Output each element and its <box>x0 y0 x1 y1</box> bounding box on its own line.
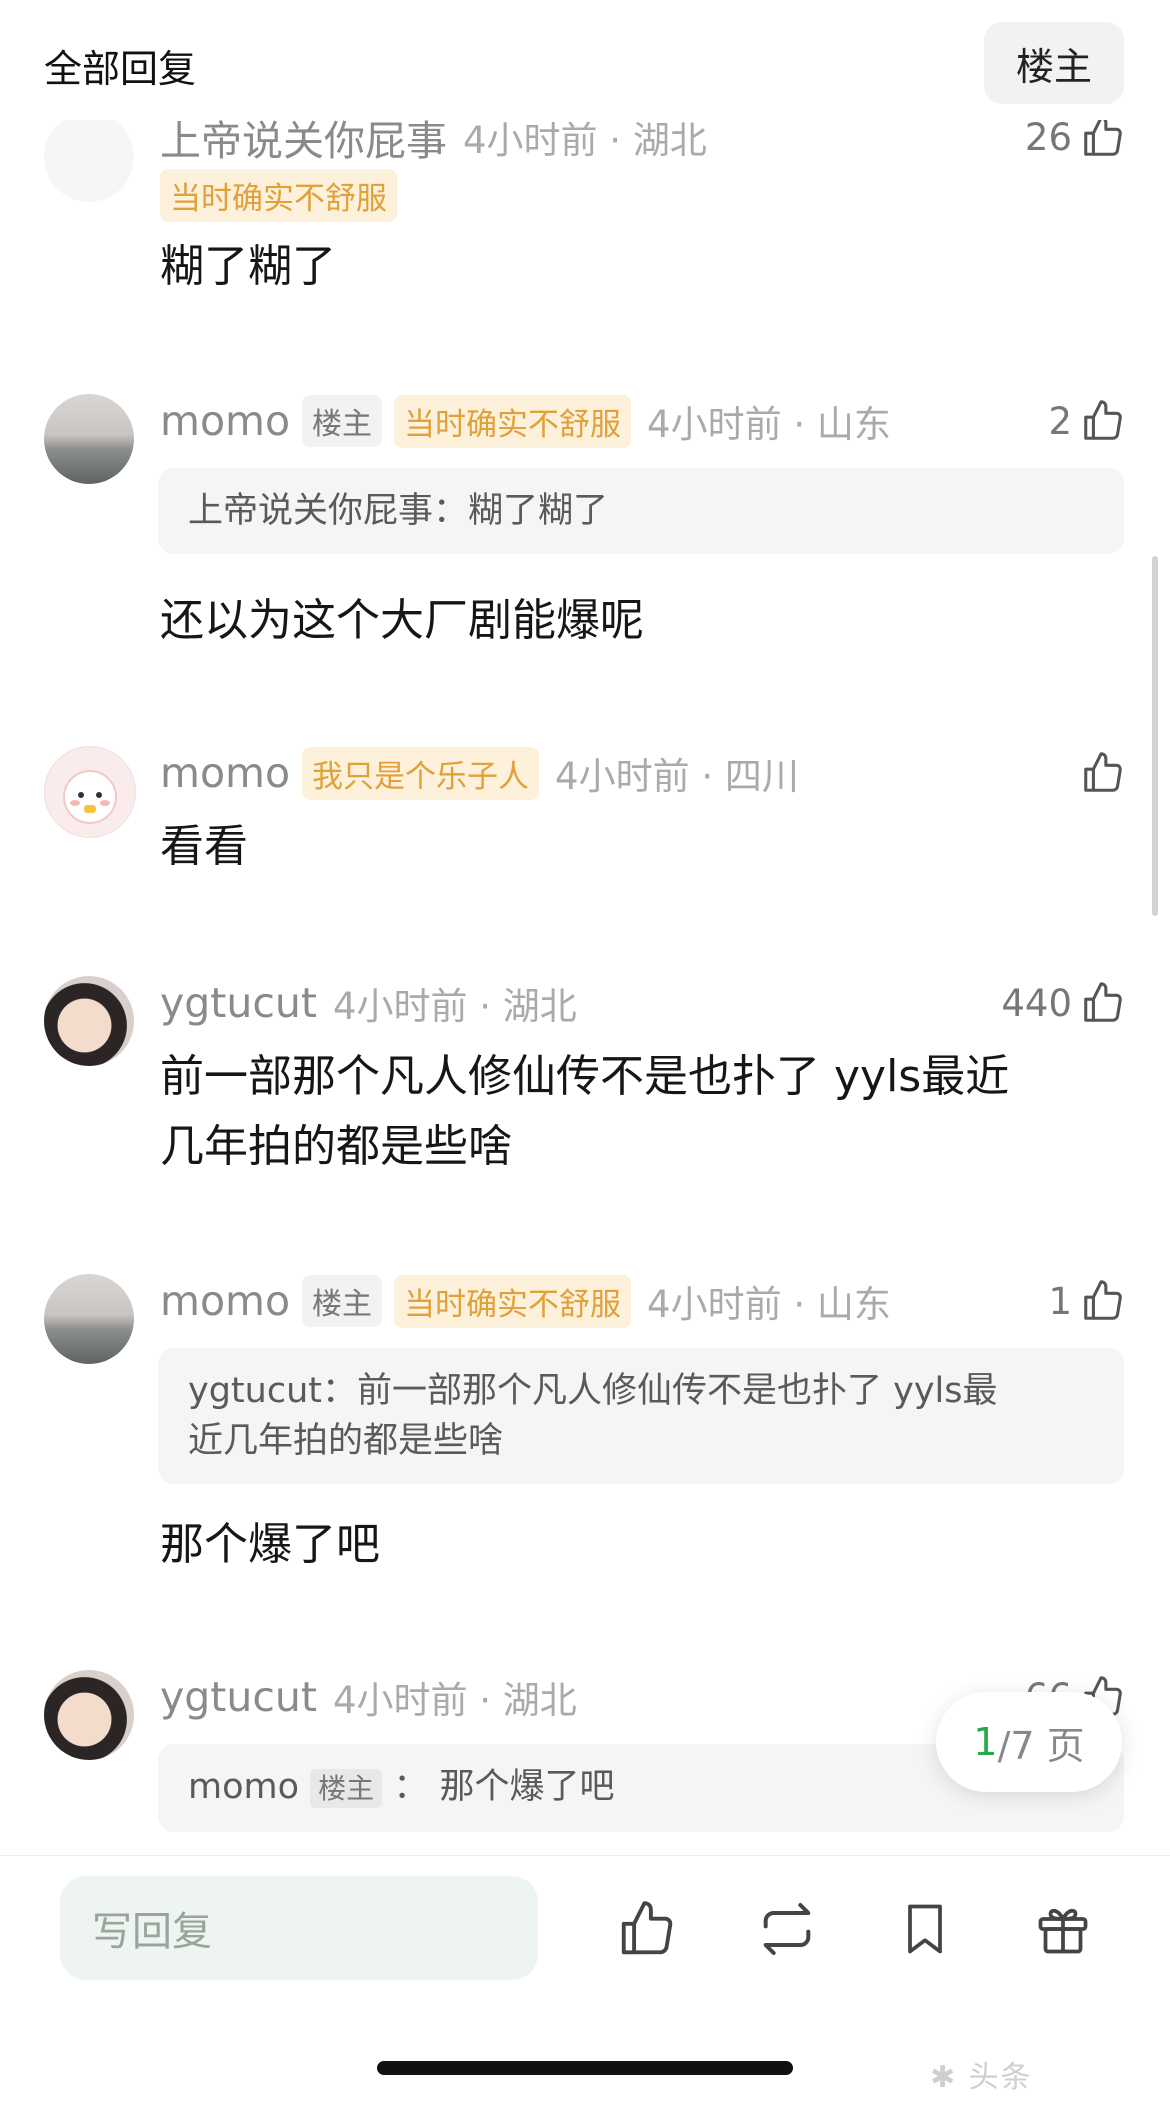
quoted-text: 近几年拍的都是些啥 <box>188 1421 504 1461</box>
thumbs-up-icon <box>1084 116 1122 156</box>
op-only-button[interactable]: 楼主 <box>984 22 1124 104</box>
current-page: 1 <box>973 1720 998 1764</box>
quote-separator: ： <box>393 1767 429 1807</box>
like-count: 26 <box>1024 115 1072 159</box>
comment-meta: ygtucut 4小时前 · 湖北 <box>160 1672 577 1722</box>
avatar[interactable] <box>44 746 136 838</box>
thumbs-up-icon <box>1084 400 1122 440</box>
total-pages: /7 页 <box>997 1723 1085 1768</box>
time-location: 4小时前 · 四川 <box>555 755 799 798</box>
repost-button[interactable] <box>752 1894 822 1964</box>
comment-text: 前一部那个凡人修仙传不是也扑了 yyls最近 几年拍的都是些啥 <box>160 1042 1100 1182</box>
avatar[interactable] <box>44 394 134 484</box>
bookmark-button[interactable] <box>890 1894 960 1964</box>
op-badge: 楼主 <box>302 1275 383 1327</box>
avatar[interactable] <box>44 112 134 202</box>
gift-button[interactable] <box>1028 1894 1098 1964</box>
thumbs-up-icon <box>1084 1280 1122 1320</box>
comment-meta: ygtucut 4小时前 · 湖北 <box>160 978 577 1028</box>
gift-icon <box>1038 1908 1088 1954</box>
user-tag: 当时确实不舒服 <box>394 1274 632 1328</box>
like-button[interactable]: 1 <box>1048 1276 1126 1326</box>
like-post-button[interactable] <box>612 1894 682 1964</box>
time-location: 4小时前 · 湖北 <box>332 985 577 1028</box>
username[interactable]: momo <box>160 749 290 797</box>
quoted-text: 那个爆了吧 <box>439 1767 615 1807</box>
avatar[interactable] <box>44 1274 134 1364</box>
comment-meta: momo 楼主 当时确实不舒服 4小时前 · 山东 <box>160 394 891 448</box>
bookmark-icon <box>908 1904 942 1954</box>
user-tag: 当时确实不舒服 <box>394 394 632 448</box>
time-location: 4小时前 · 山东 <box>647 403 891 446</box>
comment-meta: momo 我只是个乐子人 4小时前 · 四川 <box>160 746 799 800</box>
quote-separator: ： <box>321 1371 357 1411</box>
quoted-text: 前一部那个凡人修仙传不是也扑了 yyls最 <box>357 1371 998 1411</box>
like-button[interactable]: 2 <box>1048 396 1126 446</box>
scrollbar[interactable] <box>1152 556 1158 916</box>
comment-meta: momo 楼主 当时确实不舒服 4小时前 · 山东 <box>160 1274 891 1328</box>
username[interactable]: ygtucut <box>160 979 317 1027</box>
repost-icon <box>763 1903 811 1955</box>
thumbs-up-icon <box>621 1901 673 1955</box>
op-badge: 楼主 <box>302 395 383 447</box>
watermark: ✱ 头条 <box>930 2060 1033 2095</box>
home-indicator[interactable] <box>377 2061 793 2075</box>
username[interactable]: momo <box>160 397 290 445</box>
thumbs-up-icon <box>1084 982 1122 1022</box>
like-button[interactable] <box>1080 748 1126 798</box>
quoted-username: ygtucut <box>188 1371 322 1411</box>
page-title: 全部回复 <box>44 47 197 91</box>
quote-separator: ： <box>433 491 469 531</box>
username[interactable]: ygtucut <box>160 1673 317 1721</box>
comment-list[interactable]: 上帝说关你屁事 4小时前 · 湖北 当时确实不舒服 26 糊了糊了 momo 楼… <box>0 0 1170 1855</box>
like-count: 440 <box>1001 981 1072 1025</box>
quoted-reply[interactable]: ygtucut：前一部那个凡人修仙传不是也扑了 yyls最 近几年拍的都是些啥 <box>158 1348 1124 1484</box>
avatar[interactable] <box>44 1670 134 1760</box>
comment-text: 看看 <box>160 821 248 872</box>
header: 全部回复 楼主 <box>0 0 1170 120</box>
like-button[interactable]: 440 <box>1001 978 1126 1028</box>
comment-text: 那个爆了吧 <box>160 1519 380 1570</box>
quoted-reply[interactable]: 上帝说关你屁事：糊了糊了 <box>158 468 1124 554</box>
reply-input[interactable]: 写回复 <box>60 1876 538 1980</box>
thumbs-up-icon <box>1084 752 1122 792</box>
like-count: 1 <box>1048 1279 1072 1323</box>
quoted-username: 上帝说关你屁事 <box>188 491 434 531</box>
page-indicator[interactable]: 1/7 页 <box>936 1692 1122 1792</box>
username[interactable]: momo <box>160 1277 290 1325</box>
time-location: 4小时前 · 山东 <box>647 1283 891 1326</box>
like-count: 2 <box>1048 399 1072 443</box>
user-tag: 我只是个乐子人 <box>302 746 540 800</box>
user-tag: 当时确实不舒服 <box>160 168 397 222</box>
comment-text: 糊了糊了 <box>160 241 336 292</box>
quoted-text: 糊了糊了 <box>468 491 609 531</box>
comment-text: 还以为这个大厂剧能爆呢 <box>160 595 644 646</box>
tag-row: 当时确实不舒服 <box>160 168 397 222</box>
avatar[interactable] <box>44 976 134 1066</box>
op-badge: 楼主 <box>310 1769 383 1808</box>
quoted-username: momo <box>188 1767 300 1807</box>
comment-text-line: 前一部那个凡人修仙传不是也扑了 yyls最近 <box>160 1051 1010 1102</box>
time-location: 4小时前 · 湖北 <box>332 1679 577 1722</box>
cartoon-avatar-icon <box>63 770 117 824</box>
comment-text-line: 几年拍的都是些啥 <box>160 1121 512 1172</box>
